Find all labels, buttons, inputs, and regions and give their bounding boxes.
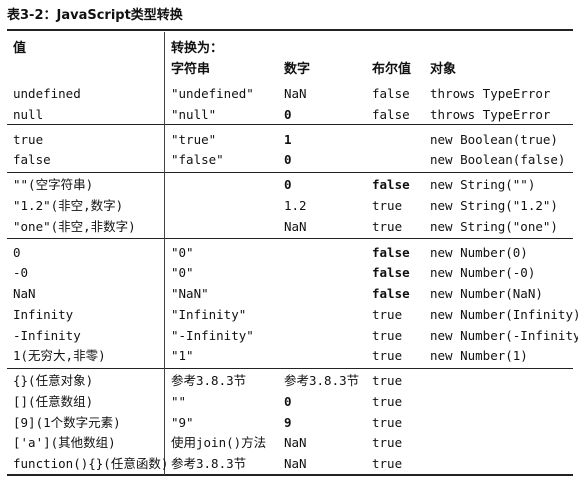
cell-boolean: false xyxy=(372,177,410,192)
row-divider xyxy=(7,172,573,173)
cell-object: new String("") xyxy=(430,177,536,192)
cell-string: 参考3.8.3节 xyxy=(171,373,247,388)
cell-object: throws TypeError xyxy=(430,86,551,101)
cell-value: "one"(非空,非数字) xyxy=(13,219,136,234)
cell-number: 9 xyxy=(284,415,292,430)
cell-string: "NaN" xyxy=(171,286,209,301)
cell-number: 0 xyxy=(284,394,292,409)
header-boolean: 布尔值 xyxy=(372,62,412,77)
cell-value: -Infinity xyxy=(13,328,81,343)
header-object: 对象 xyxy=(430,62,457,77)
cell-number: 0 xyxy=(284,152,292,167)
cell-boolean: false xyxy=(372,107,410,122)
table-caption: 表3-2：JavaScript类型转换 xyxy=(7,8,183,23)
top-rule xyxy=(7,29,573,31)
cell-string: "" xyxy=(171,394,187,409)
cell-value: ['a'](其他数组) xyxy=(13,435,116,450)
header-convert-to: 转换为： xyxy=(171,41,224,56)
cell-value: 0 xyxy=(13,245,21,260)
cell-object: throws TypeError xyxy=(430,107,551,122)
cell-boolean: true xyxy=(372,328,403,343)
cell-value: [9](1个数字元素) xyxy=(13,415,121,430)
cell-boolean: true xyxy=(372,307,403,322)
row-divider xyxy=(7,368,573,369)
bottom-rule xyxy=(7,474,573,476)
cell-object: new Boolean(false) xyxy=(430,152,566,167)
cell-object: new String("one") xyxy=(430,219,558,234)
cell-value: false xyxy=(13,152,51,167)
cell-boolean: true xyxy=(372,373,403,388)
cell-string: 参考3.8.3节 xyxy=(171,456,247,471)
cell-value: "1.2"(非空,数字) xyxy=(13,198,124,213)
cell-number: 1.2 xyxy=(284,198,307,213)
cell-object: new Number(NaN) xyxy=(430,286,543,301)
cell-boolean: true xyxy=(372,348,403,363)
cell-boolean: true xyxy=(372,198,403,213)
cell-boolean: true xyxy=(372,456,403,471)
cell-number: NaN xyxy=(284,86,307,101)
header-number: 数字 xyxy=(284,62,311,77)
cell-value: function(){}(任意函数) xyxy=(13,456,169,471)
cell-boolean: false xyxy=(372,286,410,301)
cell-string: "-Infinity" xyxy=(171,328,254,343)
cell-string: 使用join()方法 xyxy=(171,435,267,450)
cell-value: {}(任意对象) xyxy=(13,373,94,388)
cell-string: "0" xyxy=(171,245,194,260)
cell-object: new Number(Infinity) xyxy=(430,307,578,322)
cell-object: new Number(-Infinity) xyxy=(430,328,578,343)
cell-string: "1" xyxy=(171,348,194,363)
cell-value: [](任意数组) xyxy=(13,394,94,409)
cell-boolean: false xyxy=(372,86,410,101)
cell-number: NaN xyxy=(284,219,307,234)
cell-number: NaN xyxy=(284,456,307,471)
cell-value: 1(无穷大,非零) xyxy=(13,348,106,363)
cell-boolean: true xyxy=(372,415,403,430)
cell-string: "true" xyxy=(171,132,217,147)
cell-string: "undefined" xyxy=(171,86,254,101)
column-divider xyxy=(164,32,165,475)
cell-string: "9" xyxy=(171,415,194,430)
cell-boolean: false xyxy=(372,265,410,280)
row-divider xyxy=(7,238,573,239)
cell-value: Infinity xyxy=(13,307,74,322)
cell-number: 0 xyxy=(284,107,292,122)
header-value: 值 xyxy=(13,41,27,56)
cell-number: 1 xyxy=(284,132,292,147)
cell-value: null xyxy=(13,107,44,122)
header-string: 字符串 xyxy=(171,62,211,77)
cell-object: new Number(1) xyxy=(430,348,528,363)
cell-object: new Boolean(true) xyxy=(430,132,558,147)
cell-string: "Infinity" xyxy=(171,307,247,322)
cell-value: ""(空字符串) xyxy=(13,177,94,192)
cell-boolean: true xyxy=(372,435,403,450)
row-divider xyxy=(7,124,573,125)
cell-number: 参考3.8.3节 xyxy=(284,373,360,388)
cell-value: -0 xyxy=(13,265,29,280)
cell-number: 0 xyxy=(284,177,292,192)
cell-boolean: true xyxy=(372,219,403,234)
cell-object: new String("1.2") xyxy=(430,198,558,213)
cell-boolean: true xyxy=(372,394,403,409)
cell-boolean: false xyxy=(372,245,410,260)
cell-object: new Number(0) xyxy=(430,245,528,260)
cell-value: NaN xyxy=(13,286,36,301)
cell-value: undefined xyxy=(13,86,81,101)
cell-string: "false" xyxy=(171,152,224,167)
cell-object: new Number(-0) xyxy=(430,265,536,280)
cell-number: NaN xyxy=(284,435,307,450)
cell-value: true xyxy=(13,132,44,147)
cell-string: "null" xyxy=(171,107,217,122)
cell-string: "0" xyxy=(171,265,194,280)
